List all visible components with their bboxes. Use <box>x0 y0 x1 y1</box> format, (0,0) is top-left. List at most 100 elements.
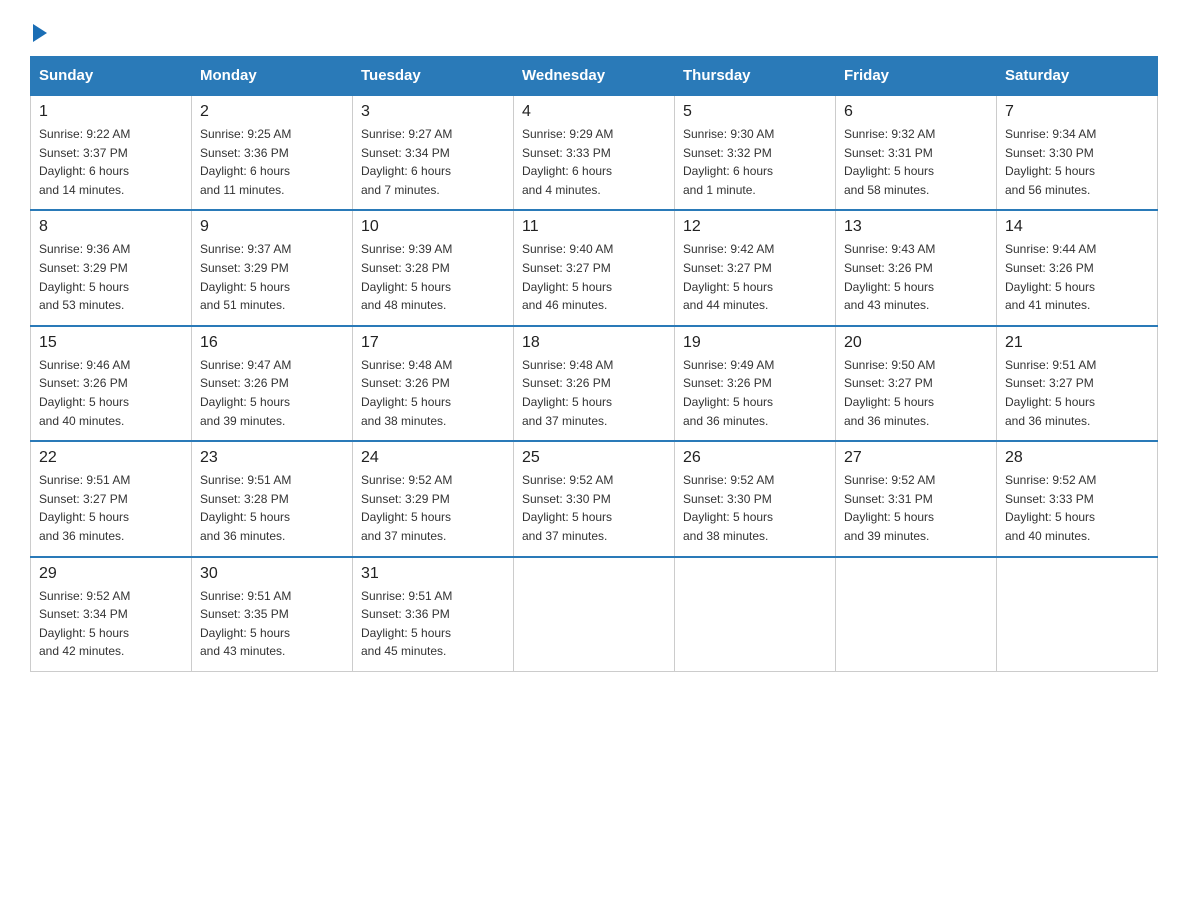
day-info: Sunrise: 9:51 AMSunset: 3:27 PMDaylight:… <box>39 471 183 545</box>
day-info: Sunrise: 9:46 AMSunset: 3:26 PMDaylight:… <box>39 356 183 430</box>
day-cell: 17 Sunrise: 9:48 AMSunset: 3:26 PMDayligh… <box>353 326 514 441</box>
day-info: Sunrise: 9:52 AMSunset: 3:29 PMDaylight:… <box>361 471 505 545</box>
day-number: 29 <box>39 565 183 583</box>
day-number: 10 <box>361 218 505 236</box>
day-cell: 7 Sunrise: 9:34 AMSunset: 3:30 PMDaylight… <box>997 95 1158 210</box>
day-cell <box>836 557 997 672</box>
logo-triangle-icon <box>33 24 47 42</box>
day-number: 14 <box>1005 218 1149 236</box>
col-header-sunday: Sunday <box>31 57 192 96</box>
day-cell: 9 Sunrise: 9:37 AMSunset: 3:29 PMDaylight… <box>192 210 353 325</box>
day-info: Sunrise: 9:52 AMSunset: 3:33 PMDaylight:… <box>1005 471 1149 545</box>
day-info: Sunrise: 9:44 AMSunset: 3:26 PMDaylight:… <box>1005 240 1149 314</box>
day-info: Sunrise: 9:36 AMSunset: 3:29 PMDaylight:… <box>39 240 183 314</box>
col-header-thursday: Thursday <box>675 57 836 96</box>
day-cell: 20 Sunrise: 9:50 AMSunset: 3:27 PMDayligh… <box>836 326 997 441</box>
calendar-table: SundayMondayTuesdayWednesdayThursdayFrid… <box>30 56 1158 672</box>
day-number: 25 <box>522 449 666 467</box>
week-row-4: 22 Sunrise: 9:51 AMSunset: 3:27 PMDayligh… <box>31 441 1158 556</box>
day-number: 1 <box>39 103 183 121</box>
day-cell: 6 Sunrise: 9:32 AMSunset: 3:31 PMDaylight… <box>836 95 997 210</box>
day-cell: 13 Sunrise: 9:43 AMSunset: 3:26 PMDayligh… <box>836 210 997 325</box>
day-number: 15 <box>39 334 183 352</box>
day-number: 4 <box>522 103 666 121</box>
day-info: Sunrise: 9:32 AMSunset: 3:31 PMDaylight:… <box>844 125 988 199</box>
day-number: 8 <box>39 218 183 236</box>
day-info: Sunrise: 9:42 AMSunset: 3:27 PMDaylight:… <box>683 240 827 314</box>
day-info: Sunrise: 9:29 AMSunset: 3:33 PMDaylight:… <box>522 125 666 199</box>
day-info: Sunrise: 9:48 AMSunset: 3:26 PMDaylight:… <box>522 356 666 430</box>
day-cell: 21 Sunrise: 9:51 AMSunset: 3:27 PMDayligh… <box>997 326 1158 441</box>
day-cell: 18 Sunrise: 9:48 AMSunset: 3:26 PMDayligh… <box>514 326 675 441</box>
col-header-monday: Monday <box>192 57 353 96</box>
day-cell: 30Sunrise: 9:51 AMSunset: 3:35 PMDayligh… <box>192 557 353 672</box>
day-cell: 5 Sunrise: 9:30 AMSunset: 3:32 PMDaylight… <box>675 95 836 210</box>
day-cell: 1Sunrise: 9:22 AMSunset: 3:37 PMDaylight… <box>31 95 192 210</box>
day-info: Sunrise: 9:30 AMSunset: 3:32 PMDaylight:… <box>683 125 827 199</box>
day-info: Sunrise: 9:34 AMSunset: 3:30 PMDaylight:… <box>1005 125 1149 199</box>
day-cell: 10 Sunrise: 9:39 AMSunset: 3:28 PMDayligh… <box>353 210 514 325</box>
day-number: 22 <box>39 449 183 467</box>
day-number: 2 <box>200 103 344 121</box>
day-cell <box>514 557 675 672</box>
day-cell: 8 Sunrise: 9:36 AMSunset: 3:29 PMDaylight… <box>31 210 192 325</box>
day-cell: 26Sunrise: 9:52 AMSunset: 3:30 PMDayligh… <box>675 441 836 556</box>
day-cell: 27 Sunrise: 9:52 AMSunset: 3:31 PMDayligh… <box>836 441 997 556</box>
day-cell: 28Sunrise: 9:52 AMSunset: 3:33 PMDayligh… <box>997 441 1158 556</box>
day-info: Sunrise: 9:25 AMSunset: 3:36 PMDaylight:… <box>200 125 344 199</box>
day-number: 23 <box>200 449 344 467</box>
day-number: 13 <box>844 218 988 236</box>
day-info: Sunrise: 9:52 AMSunset: 3:34 PMDaylight:… <box>39 587 183 661</box>
day-cell: 2 Sunrise: 9:25 AMSunset: 3:36 PMDaylight… <box>192 95 353 210</box>
week-row-3: 15 Sunrise: 9:46 AMSunset: 3:26 PMDayligh… <box>31 326 1158 441</box>
day-number: 9 <box>200 218 344 236</box>
day-number: 18 <box>522 334 666 352</box>
day-cell: 16 Sunrise: 9:47 AMSunset: 3:26 PMDayligh… <box>192 326 353 441</box>
day-cell: 19Sunrise: 9:49 AMSunset: 3:26 PMDayligh… <box>675 326 836 441</box>
day-info: Sunrise: 9:47 AMSunset: 3:26 PMDaylight:… <box>200 356 344 430</box>
day-number: 17 <box>361 334 505 352</box>
day-number: 30 <box>200 565 344 583</box>
day-info: Sunrise: 9:43 AMSunset: 3:26 PMDaylight:… <box>844 240 988 314</box>
day-info: Sunrise: 9:51 AMSunset: 3:36 PMDaylight:… <box>361 587 505 661</box>
day-cell: 22 Sunrise: 9:51 AMSunset: 3:27 PMDayligh… <box>31 441 192 556</box>
day-info: Sunrise: 9:51 AMSunset: 3:28 PMDaylight:… <box>200 471 344 545</box>
day-info: Sunrise: 9:39 AMSunset: 3:28 PMDaylight:… <box>361 240 505 314</box>
calendar-header-row: SundayMondayTuesdayWednesdayThursdayFrid… <box>31 57 1158 96</box>
day-cell: 23 Sunrise: 9:51 AMSunset: 3:28 PMDayligh… <box>192 441 353 556</box>
col-header-friday: Friday <box>836 57 997 96</box>
day-info: Sunrise: 9:50 AMSunset: 3:27 PMDaylight:… <box>844 356 988 430</box>
col-header-wednesday: Wednesday <box>514 57 675 96</box>
week-row-2: 8 Sunrise: 9:36 AMSunset: 3:29 PMDaylight… <box>31 210 1158 325</box>
day-info: Sunrise: 9:37 AMSunset: 3:29 PMDaylight:… <box>200 240 344 314</box>
day-cell: 15 Sunrise: 9:46 AMSunset: 3:26 PMDayligh… <box>31 326 192 441</box>
day-number: 21 <box>1005 334 1149 352</box>
page-header <box>30 20 1158 38</box>
day-number: 16 <box>200 334 344 352</box>
day-info: Sunrise: 9:51 AMSunset: 3:27 PMDaylight:… <box>1005 356 1149 430</box>
day-cell: 4 Sunrise: 9:29 AMSunset: 3:33 PMDaylight… <box>514 95 675 210</box>
day-number: 6 <box>844 103 988 121</box>
day-number: 24 <box>361 449 505 467</box>
day-number: 31 <box>361 565 505 583</box>
week-row-1: 1Sunrise: 9:22 AMSunset: 3:37 PMDaylight… <box>31 95 1158 210</box>
day-cell: 3Sunrise: 9:27 AMSunset: 3:34 PMDaylight… <box>353 95 514 210</box>
day-cell: 29 Sunrise: 9:52 AMSunset: 3:34 PMDayligh… <box>31 557 192 672</box>
week-row-5: 29 Sunrise: 9:52 AMSunset: 3:34 PMDayligh… <box>31 557 1158 672</box>
day-number: 20 <box>844 334 988 352</box>
day-info: Sunrise: 9:49 AMSunset: 3:26 PMDaylight:… <box>683 356 827 430</box>
day-cell <box>997 557 1158 672</box>
day-number: 11 <box>522 218 666 236</box>
day-number: 12 <box>683 218 827 236</box>
day-cell: 31 Sunrise: 9:51 AMSunset: 3:36 PMDayligh… <box>353 557 514 672</box>
day-number: 7 <box>1005 103 1149 121</box>
day-number: 27 <box>844 449 988 467</box>
day-cell: 24 Sunrise: 9:52 AMSunset: 3:29 PMDayligh… <box>353 441 514 556</box>
day-info: Sunrise: 9:48 AMSunset: 3:26 PMDaylight:… <box>361 356 505 430</box>
day-info: Sunrise: 9:52 AMSunset: 3:31 PMDaylight:… <box>844 471 988 545</box>
col-header-saturday: Saturday <box>997 57 1158 96</box>
day-cell <box>675 557 836 672</box>
day-cell: 14 Sunrise: 9:44 AMSunset: 3:26 PMDayligh… <box>997 210 1158 325</box>
day-number: 5 <box>683 103 827 121</box>
day-info: Sunrise: 9:52 AMSunset: 3:30 PMDaylight:… <box>522 471 666 545</box>
